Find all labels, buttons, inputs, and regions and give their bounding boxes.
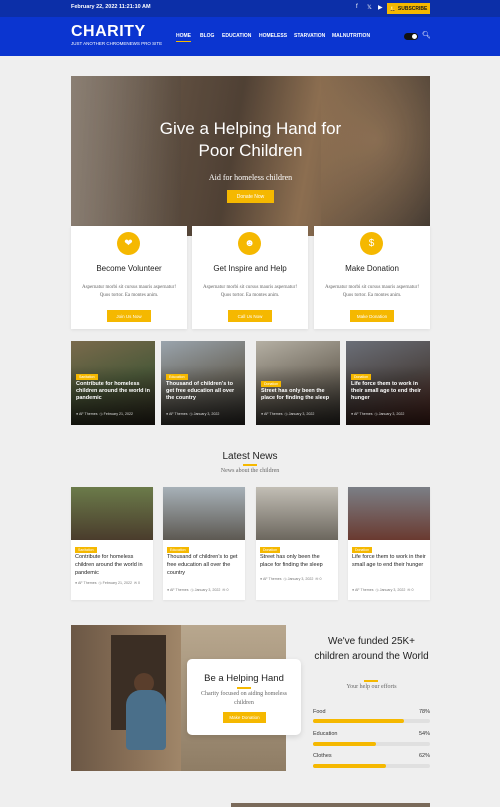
post-title[interactable]: Thousand of children's to get free educa… xyxy=(166,381,240,402)
hero-title: Give a Helping Hand for Poor Children xyxy=(159,119,342,160)
help-card-underline xyxy=(237,687,251,689)
nav-starvation[interactable]: STARVATION xyxy=(294,33,325,39)
donate-now-button[interactable]: Donate Now xyxy=(227,190,274,203)
site-header: CHARITY JUST ANOTHER CHROMENEWS PRO SITE… xyxy=(0,17,500,56)
overlay-post[interactable]: Sanitation Contribute for homeless child… xyxy=(71,341,155,425)
funding-subtitle: Your help our efforts xyxy=(346,684,397,690)
nav-homeless[interactable]: HOMELESS xyxy=(259,33,287,39)
feature-card-donation: $ Make Donation Aspernatur morbi sit cur… xyxy=(314,226,430,329)
progress-bar-education xyxy=(313,742,430,746)
post-meta: ● AF Themes ◷ February 21, 2022 ✉ 0 xyxy=(75,581,141,585)
feature-card-volunteer: ❤ Become Volunteer Aspernatur morbi sit … xyxy=(71,226,187,329)
hero-banner: Give a Helping Hand for Poor Children Ai… xyxy=(71,76,430,236)
category-tag[interactable]: Donation xyxy=(261,381,282,387)
next-section-image xyxy=(231,803,430,807)
join-us-button[interactable]: Join Us Now xyxy=(107,310,151,322)
post-meta: ● AF Themes ◷ January 3, 2022 xyxy=(351,412,405,416)
facebook-icon[interactable]: f xyxy=(356,4,358,10)
overlay-post[interactable]: Education Thousand of children's to get … xyxy=(161,341,245,425)
progress-value-clothes: 62% xyxy=(418,753,430,759)
news-card: Donation Street has only been the place … xyxy=(256,487,338,600)
search-icon[interactable]: 🔍︎ xyxy=(422,31,431,39)
section-underline xyxy=(243,464,257,466)
overlay-post[interactable]: Donation Life force them to work in thei… xyxy=(346,341,430,425)
feature-text: Aspernatur morbi sit cursus mauris asper… xyxy=(324,285,419,298)
hero-subtitle: Aid for homeless children xyxy=(208,173,293,182)
post-title[interactable]: Street has only been the place for findi… xyxy=(260,553,334,569)
post-thumbnail[interactable] xyxy=(348,487,430,540)
post-thumbnail[interactable] xyxy=(163,487,245,540)
news-card: Education Thousand of children's to get … xyxy=(163,487,245,600)
progress-fill xyxy=(313,764,386,768)
make-donation-button[interactable]: Make Donation xyxy=(223,712,266,723)
post-title[interactable]: Life force them to work in their small a… xyxy=(351,381,425,402)
post-thumbnail[interactable] xyxy=(71,487,153,540)
call-us-button[interactable]: Call Us Now xyxy=(228,310,272,322)
help-card-title: Be a Helping Hand xyxy=(204,673,284,684)
overlay-post[interactable]: Donation Street has only been the place … xyxy=(256,341,340,425)
current-date: February 22, 2022 11:21:10 AM xyxy=(71,4,151,10)
post-meta: ● AF Themes ◷ January 3, 2022 xyxy=(166,412,220,416)
post-meta: ● AF Themes ◷ February 21, 2022 xyxy=(76,412,134,416)
helping-hand-card: Be a Helping Hand Charity focused on aid… xyxy=(187,659,301,735)
category-tag[interactable]: Sanitation xyxy=(76,374,98,380)
bell-icon: 🔔 xyxy=(389,5,396,12)
category-tag[interactable]: Education xyxy=(166,374,188,380)
progress-fill xyxy=(313,719,405,723)
post-meta: ● AF Themes ◷ January 3, 2022 ✉ 0 xyxy=(352,588,414,592)
feature-title: Get Inspire and Help xyxy=(213,264,287,273)
nav-education[interactable]: EDUCATION xyxy=(222,33,251,39)
category-tag[interactable]: Donation xyxy=(351,374,372,380)
section-title: Latest News xyxy=(222,451,278,462)
dark-mode-toggle[interactable] xyxy=(404,33,418,40)
post-meta: ● AF Themes ◷ January 3, 2022 ✉ 0 xyxy=(260,577,322,581)
subscribe-label: SUBSCRIBE xyxy=(397,5,428,12)
post-title[interactable]: Contribute for homeless children around … xyxy=(75,553,149,577)
progress-label-food: Food xyxy=(313,709,326,715)
post-title[interactable]: Life force them to work in their small a… xyxy=(352,553,426,569)
progress-value-food: 78% xyxy=(418,709,430,715)
post-title[interactable]: Thousand of children's to get free educa… xyxy=(167,553,241,577)
feature-title: Become Volunteer xyxy=(96,264,162,273)
feature-title: Make Donation xyxy=(345,264,399,273)
progress-bar-food xyxy=(313,719,430,723)
news-card: Sanitation Contribute for homeless child… xyxy=(71,487,153,600)
progress-bar-clothes xyxy=(313,764,430,768)
youtube-icon[interactable]: ▶ xyxy=(378,4,383,11)
funding-underline xyxy=(364,680,378,682)
site-logo[interactable]: CHARITY xyxy=(71,23,146,41)
nav-blog[interactable]: BLOG xyxy=(200,33,214,39)
progress-label-clothes: Clothes xyxy=(313,753,332,759)
heart-hand-icon: ❤ xyxy=(117,232,140,255)
feature-text: Aspernatur morbi sit cursus mauris asper… xyxy=(202,285,297,298)
feature-text: Aspernatur morbi sit cursus mauris asper… xyxy=(81,285,176,298)
progress-value-education: 54% xyxy=(418,731,430,737)
subscribe-button[interactable]: 🔔 SUBSCRIBE xyxy=(387,3,430,14)
top-bar: February 22, 2022 11:21:10 AM f 𝕏 ▶ 🔔 SU… xyxy=(0,0,500,17)
post-title[interactable]: Contribute for homeless children around … xyxy=(76,381,150,402)
site-tagline: JUST ANOTHER CHROMENEWS PRO SITE xyxy=(71,41,163,46)
person-icon: ☻ xyxy=(238,232,261,255)
help-card-text: Charity focused on aiding homeless child… xyxy=(201,691,287,706)
feature-card-inspire: ☻ Get Inspire and Help Aspernatur morbi … xyxy=(192,226,308,329)
nav-malnutrition[interactable]: MALNUTRITION xyxy=(332,33,370,39)
post-title[interactable]: Street has only been the place for findi… xyxy=(261,388,335,402)
post-meta: ● AF Themes ◷ January 3, 2022 xyxy=(261,412,315,416)
news-card: Donation Life force them to work in thei… xyxy=(348,487,430,600)
post-thumbnail[interactable] xyxy=(256,487,338,540)
progress-fill xyxy=(313,742,377,746)
donation-icon: $ xyxy=(360,232,383,255)
make-donation-button[interactable]: Make Donation xyxy=(350,310,394,322)
progress-label-education: Education xyxy=(313,731,338,737)
nav-home[interactable]: HOME xyxy=(176,33,191,42)
twitter-icon[interactable]: 𝕏 xyxy=(367,4,372,11)
post-meta: ● AF Themes ◷ January 3, 2022 ✉ 0 xyxy=(167,588,229,592)
section-subtitle: News about the children xyxy=(220,468,280,474)
funding-title: We've funded 25K+ children around the Wo… xyxy=(314,636,429,662)
